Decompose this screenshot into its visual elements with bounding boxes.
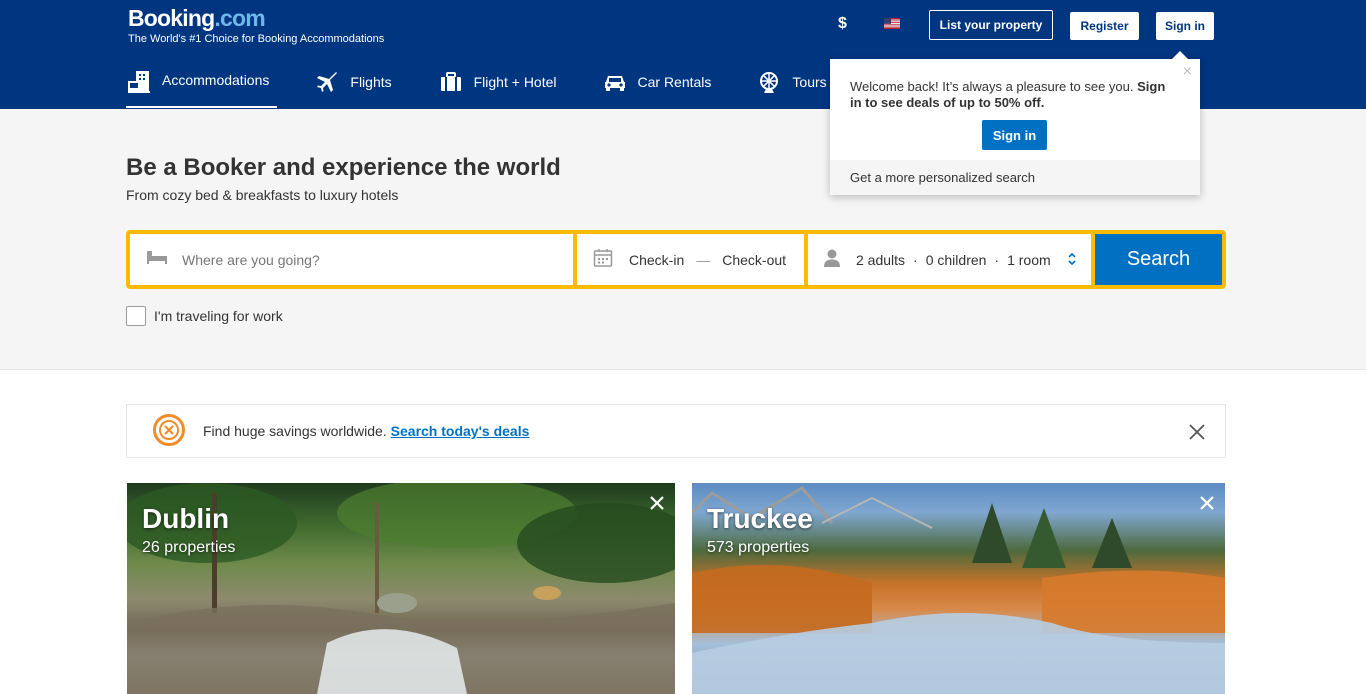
adults-count: 2 adults [856,251,906,268]
bed-icon [146,249,168,270]
deals-link[interactable]: Search today's deals [391,423,530,439]
guests-field[interactable]: 2 adults · 0 children · 1 room [808,234,1091,285]
hero-title: Be a Booker and experience the world [126,154,561,181]
car-icon [602,69,628,95]
popover-footer: Get a more personalized search [830,160,1200,195]
main-nav: Accommodations Flights Flight + Hotel Ca… [126,58,837,109]
date-separator: — [696,251,711,268]
ferris-wheel-icon [756,69,782,95]
nav-label: Car Rentals [637,74,712,90]
logo-tagline: The World's #1 Choice for Booking Accomm… [128,33,385,45]
person-icon [822,248,842,271]
guest-separator: · [994,251,1000,268]
destination-field[interactable] [130,234,573,285]
destination-card-truckee[interactable]: Truckee 573 properties [692,483,1225,694]
updown-chevron-icon [1067,251,1077,270]
register-button[interactable]: Register [1070,12,1139,40]
booking-logo[interactable]: Booking.com The World's #1 Choice for Bo… [128,5,384,46]
card-property-count: 573 properties [707,539,810,556]
nav-accommodations[interactable]: Accommodations [126,58,278,108]
savings-badge-icon [153,413,185,449]
destination-input[interactable] [182,251,552,268]
card-property-count: 26 properties [142,539,236,556]
close-icon[interactable] [1199,495,1215,516]
guest-separator: · [913,251,918,268]
popover-message-text: Welcome back! It’s always a pleasure to … [850,79,1134,94]
sign-in-popover: × Welcome back! It’s always a pleasure t… [830,51,1200,195]
popover-message: Welcome back! It’s always a pleasure to … [850,79,1180,111]
deals-banner: Find huge savings worldwide. Search toda… [126,404,1226,458]
nav-tours[interactable]: Tours [756,58,836,106]
calendar-icon [593,248,613,271]
nav-label: Flight + Hotel [473,74,557,90]
check-in-label: Check-in [629,251,685,268]
us-flag-icon[interactable] [884,18,900,29]
rooms-count: 1 room [1007,251,1051,268]
bed-icon [126,69,152,95]
nav-label: Flights [350,74,392,90]
card-city-name: Truckee [707,503,813,534]
popover-sign-in-button[interactable]: Sign in [982,120,1047,150]
suitcase-icon [438,69,464,95]
nav-label: Accommodations [162,72,270,88]
deals-text: Find huge savings worldwide. [203,423,387,439]
checkbox-box[interactable] [126,306,146,326]
plane-icon [314,69,340,95]
destination-card-dublin[interactable]: Dublin 26 properties [127,483,675,694]
search-button[interactable]: Search [1095,234,1222,285]
work-travel-label: I'm traveling for work [154,308,283,324]
card-city-name: Dublin [142,503,230,534]
nav-label: Tours [792,74,827,90]
hero-subtitle: From cozy bed & breakfasts to luxury hot… [126,187,399,203]
nav-flights[interactable]: Flights [314,58,401,106]
nav-flight-hotel[interactable]: Flight + Hotel [438,58,567,106]
children-count: 0 children [925,251,987,268]
search-bar: Check-in — Check-out 2 adults · 0 childr… [126,230,1226,289]
nav-car-rentals[interactable]: Car Rentals [602,58,722,106]
sign-in-button[interactable]: Sign in [1156,12,1214,40]
currency-selector[interactable]: $ [838,15,847,33]
popover-arrow [1172,51,1188,59]
close-icon[interactable] [649,495,665,516]
logo-suffix: .com [214,5,265,31]
work-travel-checkbox[interactable]: I'm traveling for work [126,306,283,326]
list-property-button[interactable]: List your property [929,10,1053,40]
date-range-field[interactable]: Check-in — Check-out [577,234,804,285]
close-icon[interactable] [1187,422,1207,445]
popover-close-icon[interactable]: × [1183,63,1192,81]
check-out-label: Check-out [722,251,787,268]
logo-wordmark: Booking [128,5,215,31]
